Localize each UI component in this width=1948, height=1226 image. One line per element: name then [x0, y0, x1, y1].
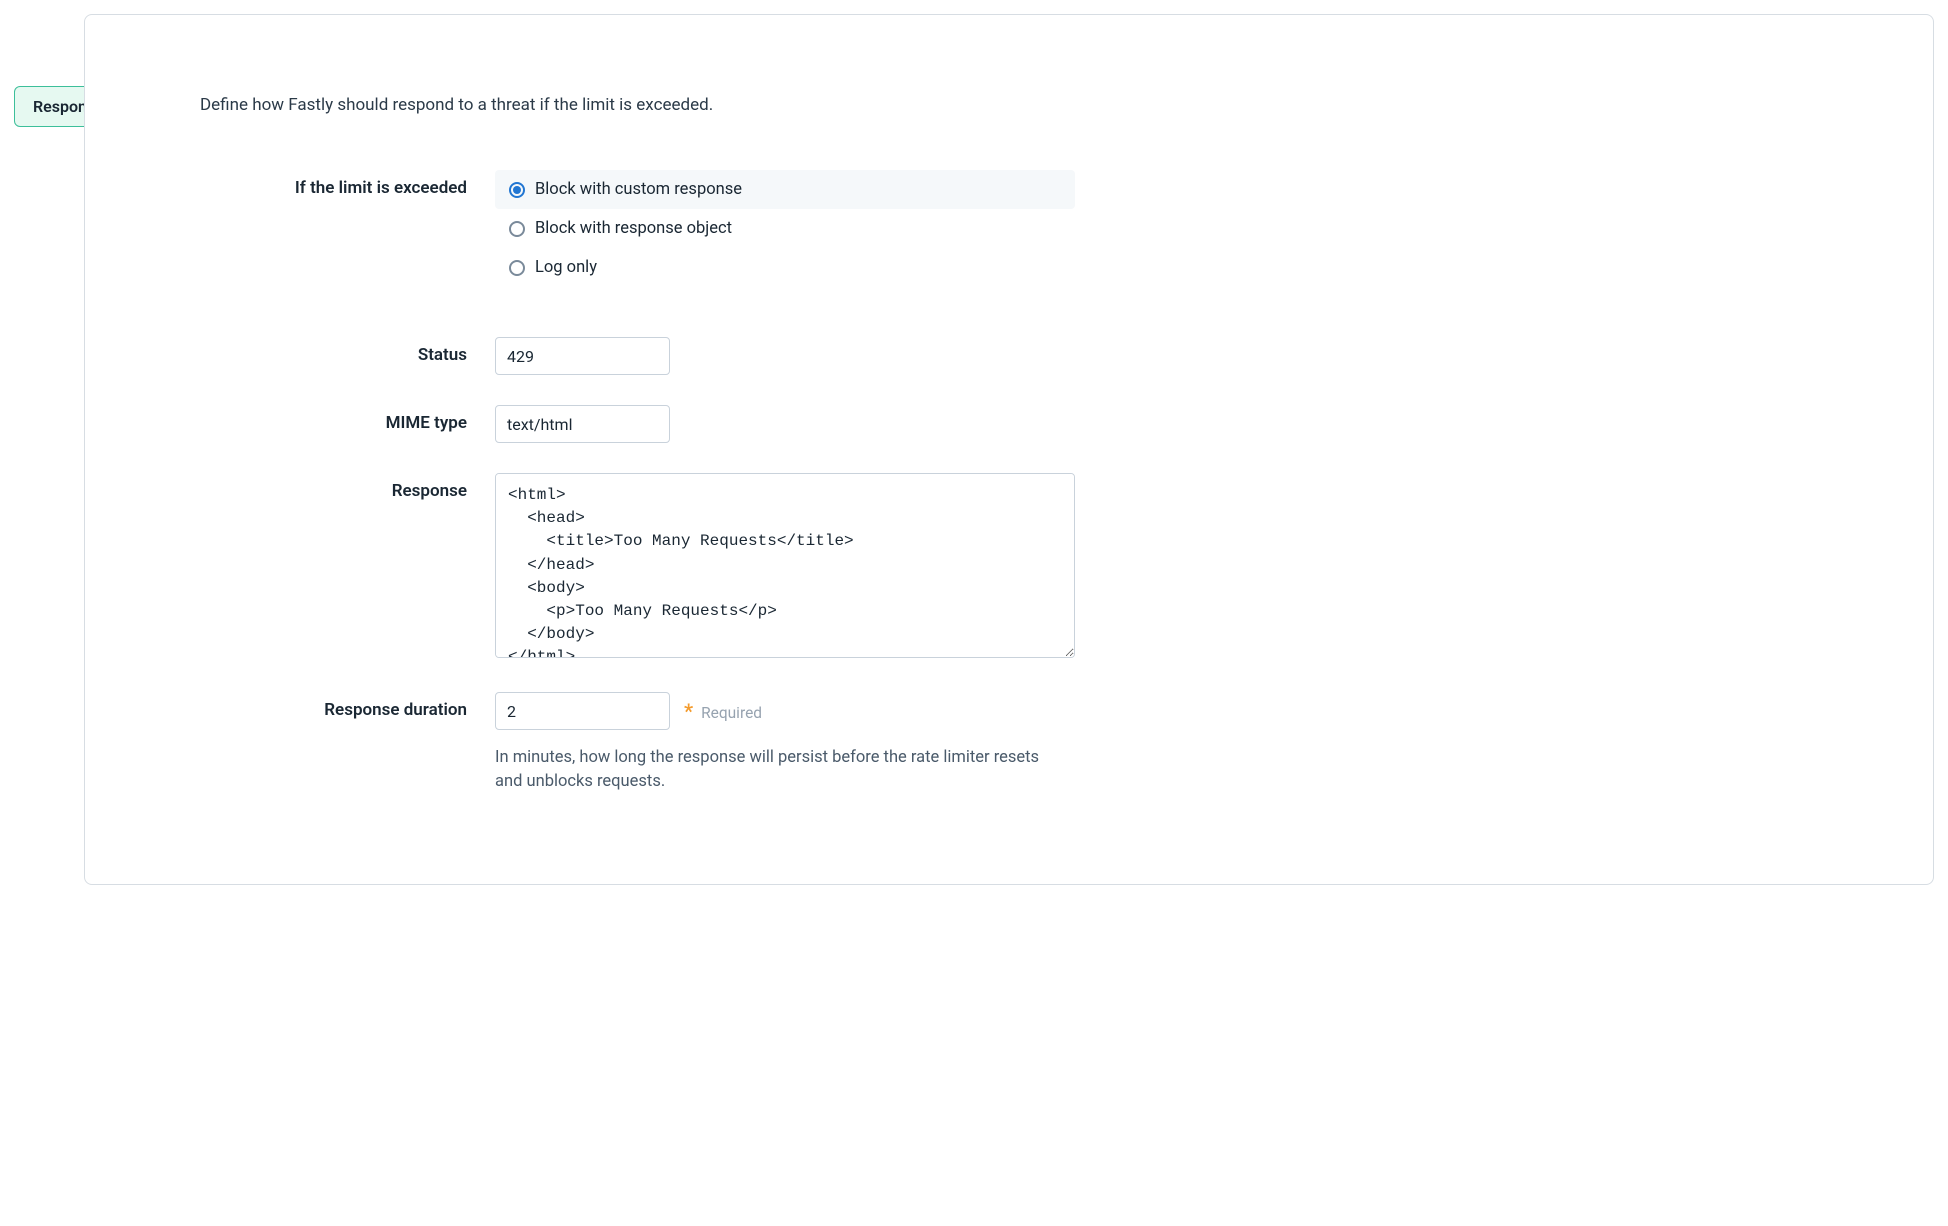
row-status: Status — [125, 337, 1893, 375]
mime-type-input[interactable] — [495, 405, 670, 443]
radio-log-only[interactable]: Log only — [495, 248, 1075, 287]
required-asterisk-icon: * — [684, 699, 693, 723]
label-response-duration: Response duration — [125, 692, 495, 720]
row-response-duration: Response duration * Required In minutes,… — [125, 692, 1893, 794]
radio-label: Block with custom response — [535, 180, 742, 199]
response-textarea[interactable]: <html> <head> <title>Too Many Requests</… — [495, 473, 1075, 658]
row-response: Response <html> <head> <title>Too Many R… — [125, 473, 1893, 662]
row-limit-exceeded: If the limit is exceeded Block with cust… — [125, 170, 1893, 287]
section-description: Define how Fastly should respond to a th… — [200, 95, 1893, 115]
status-input[interactable] — [495, 337, 670, 375]
label-response: Response — [125, 473, 495, 501]
label-limit-exceeded: If the limit is exceeded — [125, 170, 495, 198]
radio-block-response-object[interactable]: Block with response object — [495, 209, 1075, 248]
label-status: Status — [125, 337, 495, 365]
radio-block-custom-response[interactable]: Block with custom response — [495, 170, 1075, 209]
required-text: Required — [701, 704, 762, 722]
response-duration-input[interactable] — [495, 692, 670, 730]
radio-icon — [509, 182, 525, 198]
radio-label: Block with response object — [535, 219, 732, 238]
row-mime-type: MIME type — [125, 405, 1893, 443]
respond-panel: Define how Fastly should respond to a th… — [84, 14, 1934, 885]
response-duration-helper: In minutes, how long the response will p… — [495, 746, 1060, 794]
radio-icon — [509, 221, 525, 237]
label-mime-type: MIME type — [125, 405, 495, 433]
radio-icon — [509, 260, 525, 276]
limit-exceeded-options: Block with custom response Block with re… — [495, 170, 1075, 287]
radio-label: Log only — [535, 258, 597, 277]
